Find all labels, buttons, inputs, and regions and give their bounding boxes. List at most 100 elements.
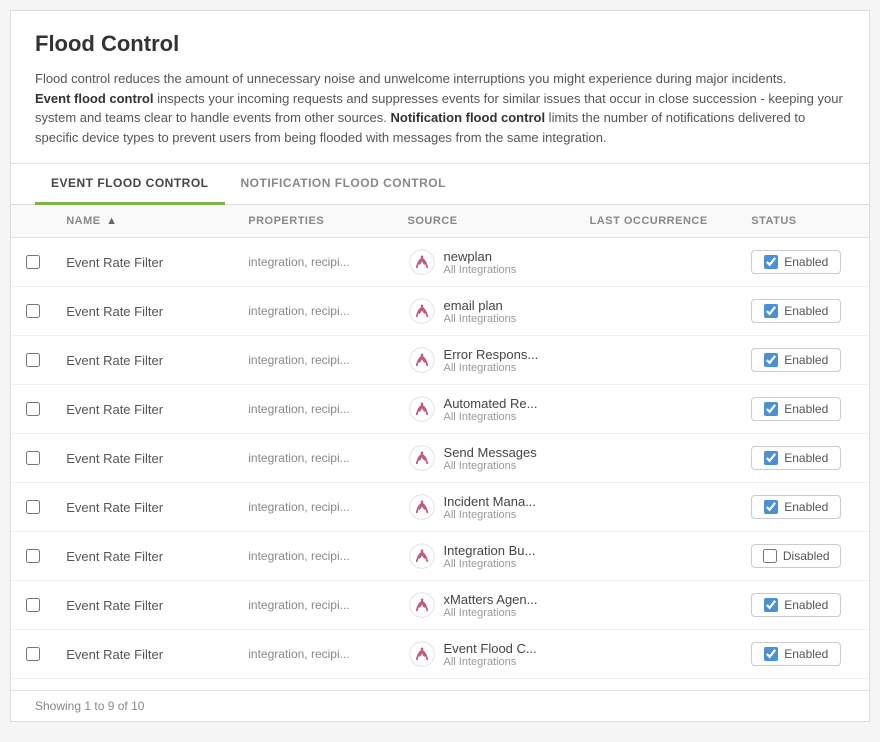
table-row: Event Rate Filterintegration, recipi... … [11,434,869,483]
status-badge[interactable]: Enabled [751,593,841,617]
table-row: Event Rate Filterintegration, recipi... … [11,483,869,532]
status-toggle[interactable] [763,549,777,563]
status-label: Enabled [784,255,828,269]
row-source: Incident Mana...All Integrations [396,483,578,532]
row-properties: integration, recipi... [236,483,395,532]
th-properties: PROPERTIES [236,205,395,238]
row-name: Event Rate Filter [54,336,236,385]
row-checkbox-cell [11,581,54,630]
status-toggle[interactable] [764,598,778,612]
th-source: SOURCE [396,205,578,238]
source-sub: All Integrations [444,313,517,325]
row-checkbox[interactable] [26,598,40,612]
source-name: email plan [444,298,517,313]
row-last-occurrence [578,336,740,385]
row-name: Event Rate Filter [54,385,236,434]
row-source: Integration Bu...All Integrations [396,532,578,581]
source-icon [408,248,436,276]
row-checkbox-cell [11,385,54,434]
row-checkbox[interactable] [26,353,40,367]
status-toggle[interactable] [764,255,778,269]
row-source: email planAll Integrations [396,287,578,336]
row-source: newplanAll Integrations [396,238,578,287]
row-checkbox[interactable] [26,255,40,269]
row-source: Error Respons...All Integrations [396,336,578,385]
row-name: Event Rate Filter [54,434,236,483]
row-name: Event Rate Filter [54,287,236,336]
row-checkbox[interactable] [26,451,40,465]
status-badge[interactable]: Enabled [751,250,841,274]
status-label: Disabled [783,549,830,563]
row-checkbox[interactable] [26,647,40,661]
source-sub: All Integrations [444,362,539,374]
status-toggle[interactable] [764,500,778,514]
status-badge[interactable]: Enabled [751,397,841,421]
source-sub: All Integrations [444,411,538,423]
tab-event-flood-control[interactable]: EVENT FLOOD CONTROL [35,164,225,205]
status-label: Enabled [784,402,828,416]
source-icon [408,346,436,374]
row-checkbox-cell [11,238,54,287]
source-name: Incident Mana... [444,494,537,509]
row-status: Enabled [739,238,869,287]
status-label: Enabled [784,647,828,661]
status-toggle[interactable] [764,353,778,367]
status-badge[interactable]: Enabled [751,446,841,470]
row-status: Enabled [739,630,869,679]
table-header-row: NAME ▲ PROPERTIES SOURCE LAST OCCURRENCE… [11,205,869,238]
row-last-occurrence [578,532,740,581]
source-sub: All Integrations [444,656,537,668]
table-row: Event Rate Filterintegration, recipi... … [11,287,869,336]
row-last-occurrence [578,483,740,532]
status-badge[interactable]: Enabled [751,495,841,519]
row-last-occurrence [578,385,740,434]
description: Flood control reduces the amount of unne… [35,69,845,147]
th-name[interactable]: NAME ▲ [54,205,236,238]
row-checkbox-cell [11,434,54,483]
table-container[interactable]: NAME ▲ PROPERTIES SOURCE LAST OCCURRENCE… [11,205,869,690]
th-last-occurrence: LAST OCCURRENCE [578,205,740,238]
row-status: Enabled [739,287,869,336]
status-toggle[interactable] [764,647,778,661]
table-row: Event Rate Filterintegration, recipi... … [11,336,869,385]
status-toggle[interactable] [764,402,778,416]
status-badge[interactable]: Enabled [751,299,841,323]
source-icon [408,591,436,619]
row-status: Enabled [739,385,869,434]
row-properties: integration, recipi... [236,287,395,336]
row-last-occurrence [578,581,740,630]
row-status: Enabled [739,336,869,385]
row-properties: integration, recipi... [236,336,395,385]
source-sub: All Integrations [444,460,537,472]
row-checkbox-cell [11,483,54,532]
tab-notification-flood-control[interactable]: NOTIFICATION FLOOD CONTROL [225,164,462,205]
status-badge[interactable]: Enabled [751,348,841,372]
table-row: Event Rate Filterintegration, recipi... … [11,385,869,434]
status-toggle[interactable] [764,451,778,465]
page-title: Flood Control [35,31,845,57]
status-label: Enabled [784,304,828,318]
status-label: Enabled [784,451,828,465]
th-checkbox [11,205,54,238]
row-checkbox[interactable] [26,500,40,514]
row-source: Event Flood C...All Integrations [396,630,578,679]
row-name: Event Rate Filter [54,238,236,287]
status-toggle[interactable] [764,304,778,318]
row-properties: integration, recipi... [236,630,395,679]
row-checkbox[interactable] [26,549,40,563]
row-last-occurrence [578,434,740,483]
flood-control-table: NAME ▲ PROPERTIES SOURCE LAST OCCURRENCE… [11,205,869,679]
footer-bar: Showing 1 to 9 of 10 [11,690,869,721]
source-icon [408,493,436,521]
row-last-occurrence [578,287,740,336]
row-checkbox[interactable] [26,402,40,416]
row-source: Send MessagesAll Integrations [396,434,578,483]
row-checkbox[interactable] [26,304,40,318]
row-properties: integration, recipi... [236,581,395,630]
event-flood-control-bold: Event flood control [35,91,153,106]
row-last-occurrence [578,630,740,679]
status-badge[interactable]: Enabled [751,642,841,666]
status-label: Enabled [784,353,828,367]
status-badge[interactable]: Disabled [751,544,841,568]
row-source: Automated Re...All Integrations [396,385,578,434]
